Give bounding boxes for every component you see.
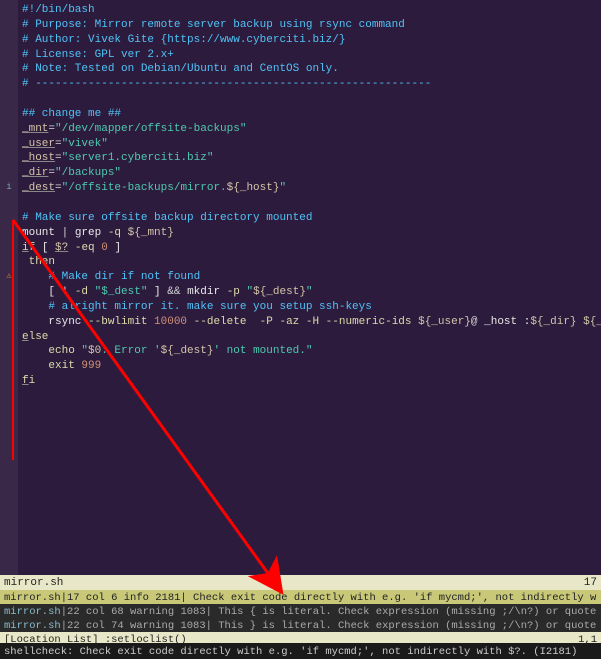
gutter-line	[0, 255, 18, 270]
gutter-line	[0, 196, 18, 211]
code-line[interactable]	[22, 196, 597, 211]
code-line[interactable]: else	[22, 330, 597, 345]
code-line[interactable]: _dest="/offsite-backups/mirror.${_host}"	[22, 181, 597, 196]
command-line: shellcheck: Check exit code directly wit…	[0, 643, 601, 659]
code-line[interactable]: rsync --bwlimit 10000 --delete -P -az -H…	[22, 315, 597, 330]
code-line[interactable]: # Note: Tested on Debian/Ubuntu and Cent…	[22, 62, 597, 77]
code-line[interactable]: mount | grep -q ${_mnt}	[22, 226, 597, 241]
code-line[interactable]: echo "$0: Error '${_dest}' not mounted."	[22, 344, 597, 359]
status-bar: mirror.sh 17	[0, 575, 601, 590]
gutter-line	[0, 241, 18, 256]
gutter-line	[0, 300, 18, 315]
gutter-line	[0, 344, 18, 359]
gutter-line	[0, 107, 18, 122]
gutter-line	[0, 18, 18, 33]
code-line[interactable]: # Author: Vivek Gite {https://www.cyberc…	[22, 33, 597, 48]
gutter-line	[0, 523, 18, 538]
gutter-line	[0, 3, 18, 18]
gutter-line	[0, 404, 18, 419]
code-line[interactable]: _mnt="/dev/mapper/offsite-backups"	[22, 122, 597, 137]
gutter-line	[0, 151, 18, 166]
gutter-line	[0, 537, 18, 552]
gutter-line	[0, 166, 18, 181]
code-line[interactable]: ## change me ##	[22, 107, 597, 122]
code-line[interactable]: #!/bin/bash	[22, 3, 597, 18]
gutter-line	[0, 226, 18, 241]
gutter-line	[0, 122, 18, 137]
gutter-line	[0, 463, 18, 478]
code-line[interactable]: [ ! -d "$_dest" ] && mkdir -p "${_dest}"	[22, 285, 597, 300]
code-line[interactable]: exit 999	[22, 359, 597, 374]
diagnostic-line[interactable]: mirror.sh|22 col 74 warning 1083| This }…	[0, 618, 601, 632]
code-line[interactable]	[22, 92, 597, 107]
code-line[interactable]: # License: GPL ver 2.x+	[22, 48, 597, 63]
gutter-line	[0, 419, 18, 434]
gutter-line	[0, 478, 18, 493]
gutter-line: i	[0, 181, 18, 196]
gutter: i⚠	[0, 0, 18, 575]
gutter-line	[0, 448, 18, 463]
diagnostic-line[interactable]: mirror.sh|22 col 68 warning 1083| This {…	[0, 604, 601, 618]
gutter-line	[0, 433, 18, 448]
gutter-line	[0, 552, 18, 567]
gutter-line	[0, 48, 18, 63]
gutter-line	[0, 211, 18, 226]
code-line[interactable]: _user="vivek"	[22, 137, 597, 152]
code-line[interactable]: _host="server1.cyberciti.biz"	[22, 151, 597, 166]
location-list-panel[interactable]: mirror.sh|17 col 6 info 2181| Check exit…	[0, 590, 601, 646]
gutter-line	[0, 508, 18, 523]
gutter-line	[0, 315, 18, 330]
diagnostic-line[interactable]: mirror.sh|17 col 6 info 2181| Check exit…	[0, 590, 601, 604]
status-filename: mirror.sh	[4, 576, 63, 589]
code-line[interactable]: if [ $? -eq 0 ]	[22, 241, 597, 256]
gutter-line	[0, 92, 18, 107]
gutter-line	[0, 77, 18, 92]
code-line[interactable]: fi	[22, 374, 597, 389]
gutter-line	[0, 137, 18, 152]
code-line[interactable]: # alright mirror it. make sure you setup…	[22, 300, 597, 315]
gutter-line	[0, 359, 18, 374]
gutter-line	[0, 33, 18, 48]
code-line[interactable]: # --------------------------------------…	[22, 77, 597, 92]
code-area[interactable]: #!/bin/bash# Purpose: Mirror remote serv…	[18, 0, 601, 575]
code-line[interactable]: then	[22, 255, 597, 270]
gutter-line	[0, 374, 18, 389]
gutter-line	[0, 285, 18, 300]
gutter-line	[0, 330, 18, 345]
code-line[interactable]: _dir="/backups"	[22, 166, 597, 181]
status-lineno: 17	[584, 576, 597, 589]
code-line[interactable]: # Purpose: Mirror remote server backup u…	[22, 18, 597, 33]
gutter-line	[0, 389, 18, 404]
code-line[interactable]: # Make dir if not found	[22, 270, 597, 285]
gutter-line	[0, 493, 18, 508]
gutter-line: ⚠	[0, 270, 18, 285]
gutter-line	[0, 62, 18, 77]
code-line[interactable]: # Make sure offsite backup directory mou…	[22, 211, 597, 226]
editor-pane[interactable]: i⚠ #!/bin/bash# Purpose: Mirror remote s…	[0, 0, 601, 575]
